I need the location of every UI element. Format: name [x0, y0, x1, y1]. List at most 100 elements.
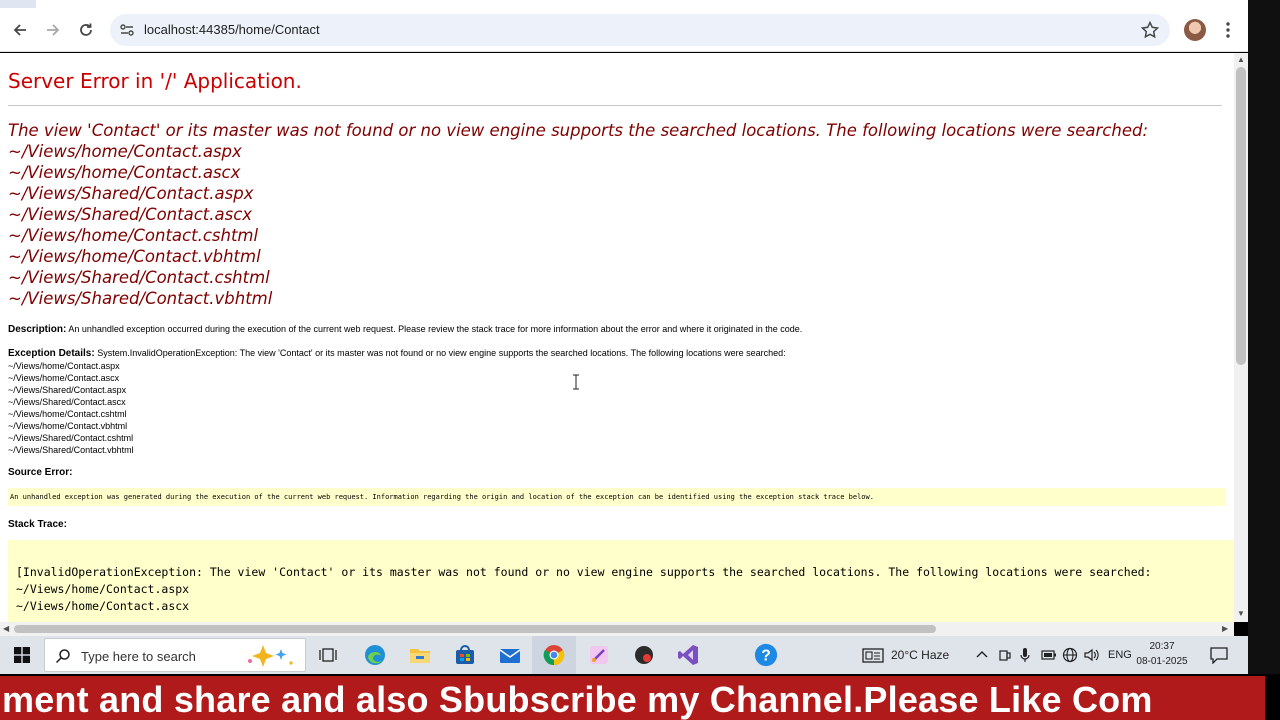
stack-line: ~/Views/home/Contact.aspx — [16, 582, 190, 596]
chevron-up-icon[interactable] — [976, 649, 988, 661]
weather-text[interactable]: 20°C Haze — [891, 648, 949, 662]
searched-locations-list: ~/Views/home/Contact.aspx ~/Views/home/C… — [8, 141, 1226, 309]
stack-trace-label: Stack Trace: — [8, 519, 67, 530]
scroll-down-arrow-icon[interactable]: ▼ — [1237, 610, 1245, 618]
exception-text: System.InvalidOperationException: The vi… — [97, 348, 786, 358]
scroll-up-arrow-icon[interactable]: ▲ — [1237, 56, 1245, 64]
menu-dots-icon[interactable] — [1220, 18, 1236, 42]
task-view-icon — [319, 648, 337, 662]
clock-time: 20:37 — [1149, 641, 1175, 652]
banner-text: ment and share and also Sbubscribe my Ch… — [2, 679, 1153, 720]
device-icon[interactable] — [998, 648, 1012, 662]
location-item: ~/Views/home/Contact.vbhtml — [8, 247, 261, 266]
folder-icon — [410, 649, 430, 663]
taskbar-chrome[interactable] — [542, 643, 566, 667]
forward-button[interactable] — [41, 18, 65, 42]
battery-icon[interactable] — [1041, 649, 1057, 661]
sparkle-icon — [248, 645, 293, 667]
active-tab[interactable] — [36, 0, 1248, 8]
taskbar-mail[interactable] — [498, 643, 522, 667]
arrow-left-icon — [13, 24, 26, 36]
paint-app-icon — [590, 646, 608, 664]
site-settings-icon[interactable] — [118, 21, 136, 39]
url-text[interactable]: localhost:44385/home/Contact — [144, 22, 320, 37]
page-viewport: Server Error in '/' Application. The vie… — [0, 53, 1234, 622]
recorder-app-icon — [635, 646, 653, 664]
location-item: ~/Views/Shared/Contact.ascx — [8, 205, 253, 224]
chrome-browser-icon — [543, 645, 565, 666]
address-bar[interactable]: localhost:44385/home/Contact — [110, 14, 1170, 46]
taskbar-app-paint[interactable] — [587, 643, 611, 667]
video-banner: ment and share and also Sbubscribe my Ch… — [0, 674, 1280, 720]
exception-location-item: ~/Views/home/Contact.cshtml — [8, 409, 127, 419]
banner-background: ment and share and also Sbubscribe my Ch… — [0, 676, 1265, 720]
exception-location-item: ~/Views/home/Contact.aspx — [8, 361, 120, 371]
scroll-right-arrow-icon[interactable]: ▶ — [1222, 625, 1230, 633]
bookmark-star-icon[interactable] — [1140, 20, 1160, 40]
start-button[interactable] — [10, 643, 34, 667]
windows-taskbar: Type here to search ? 20°C Haze ENG 20:3… — [0, 636, 1248, 674]
exception-location-item: ~/Views/Shared/Contact.ascx — [8, 397, 126, 407]
description-section: Description: An unhandled exception occu… — [8, 323, 1226, 336]
taskbar-clock[interactable]: 20:37 08-01-2025 — [1132, 639, 1192, 669]
taskbar-store[interactable] — [453, 643, 477, 667]
profile-avatar[interactable] — [1184, 19, 1206, 41]
taskbar-app-recorder[interactable] — [632, 643, 656, 667]
browser-tab-strip — [0, 0, 1248, 8]
reload-icon — [80, 23, 92, 36]
screen-edge — [1248, 0, 1280, 674]
location-item: ~/Views/home/Contact.ascx — [8, 163, 241, 182]
mail-icon — [499, 649, 521, 663]
taskbar-file-explorer[interactable] — [408, 643, 432, 667]
exception-details-section: Exception Details: System.InvalidOperati… — [8, 347, 1226, 456]
stack-line: ~/Views/home/Contact.ascx — [16, 599, 190, 613]
description-text: An unhandled exception occurred during t… — [68, 324, 803, 334]
vertical-scroll-thumb[interactable] — [1236, 67, 1246, 365]
exception-location-item: ~/Views/home/Contact.ascx — [8, 373, 120, 383]
text-cursor-icon — [573, 374, 579, 390]
microphone-icon[interactable] — [1019, 647, 1031, 663]
windows-logo-icon — [14, 647, 30, 663]
horizontal-scrollbar[interactable]: ◀ ▶ — [0, 622, 1234, 636]
page-title: Server Error in '/' Application. — [8, 69, 1222, 106]
help-icon: ? — [754, 643, 778, 667]
taskbar-edge[interactable] — [363, 643, 387, 667]
clock-date: 08-01-2025 — [1136, 656, 1188, 667]
location-item: ~/Views/Shared/Contact.cshtml — [8, 268, 270, 287]
task-view-button[interactable] — [316, 643, 340, 667]
svg-text:?: ? — [761, 648, 771, 665]
scroll-left-arrow-icon[interactable]: ◀ — [3, 625, 11, 633]
taskbar-search-box[interactable]: Type here to search — [44, 638, 306, 672]
reload-button[interactable] — [74, 18, 98, 42]
notification-icon[interactable] — [1210, 647, 1228, 664]
location-item: ~/Views/home/Contact.cshtml — [8, 226, 259, 245]
source-error-box: An unhandled exception was generated dur… — [8, 488, 1226, 506]
arrow-right-icon — [47, 24, 60, 36]
exception-location-item: ~/Views/Shared/Contact.vbhtml — [8, 445, 134, 455]
edge-browser-icon — [365, 645, 385, 665]
view-not-found-message: The view 'Contact' or its master was not… — [8, 120, 1226, 309]
exception-location-item: ~/Views/Shared/Contact.cshtml — [8, 433, 134, 443]
stack-line: [InvalidOperationException: The view 'Co… — [16, 565, 1152, 579]
search-icon — [55, 649, 70, 664]
exception-location-item: ~/Views/Shared/Contact.aspx — [8, 385, 127, 395]
location-item: ~/Views/home/Contact.aspx — [8, 142, 242, 161]
language-indicator[interactable]: ENG — [1108, 649, 1132, 661]
location-item: ~/Views/Shared/Contact.aspx — [8, 184, 254, 203]
back-button[interactable] — [8, 18, 32, 42]
network-globe-icon[interactable] — [1062, 647, 1078, 663]
visual-studio-icon — [678, 645, 698, 665]
store-bag-icon — [456, 645, 474, 664]
exception-label: Exception Details: — [8, 348, 95, 359]
location-item: ~/Views/Shared/Contact.vbhtml — [8, 289, 273, 308]
taskbar-visual-studio[interactable] — [676, 643, 700, 667]
volume-icon[interactable] — [1084, 648, 1100, 662]
search-placeholder: Type here to search — [81, 649, 196, 664]
exception-location-item: ~/Views/home/Contact.vbhtml — [8, 421, 128, 431]
exception-locations-list: ~/Views/home/Contact.aspx ~/Views/home/C… — [8, 360, 1226, 456]
weather-icon — [862, 648, 884, 663]
taskbar-help[interactable]: ? — [754, 643, 778, 667]
vertical-scrollbar[interactable]: ▲ ▼ — [1234, 53, 1248, 622]
stack-trace-box[interactable]: [InvalidOperationException: The view 'Co… — [8, 540, 1234, 622]
horizontal-scroll-thumb[interactable] — [14, 625, 936, 633]
